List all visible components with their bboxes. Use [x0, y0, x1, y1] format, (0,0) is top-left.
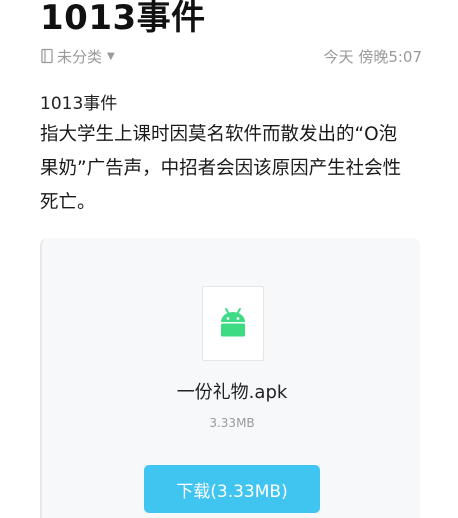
note-body: 指大学生上课时因莫名软件而散发出的“O泡 果奶”广告声，中招者会因该原因产生社会…: [40, 118, 425, 220]
body-line: 死亡。: [40, 192, 96, 213]
download-button[interactable]: 下载(3.33MB): [144, 465, 320, 513]
note-page: 1013事件 未分类 ▼ 今天 傍晚5:07 1013事件 指大学生上课时因莫名…: [0, 0, 458, 518]
android-icon: [218, 306, 248, 342]
note-timestamp: 今天 傍晚5:07: [323, 47, 422, 66]
bookmark-icon: [40, 48, 54, 64]
category-label: 未分类: [57, 47, 103, 66]
body-line: 指大学生上课时因莫名软件而散发出的“O泡: [40, 124, 398, 145]
file-thumbnail: [202, 286, 264, 361]
body-line: 果奶”广告声，中招者会因该原因产生社会性: [40, 158, 402, 179]
caret-down-icon: ▼: [107, 50, 115, 62]
file-name: 一份礼物.apk: [176, 382, 288, 403]
category-selector[interactable]: 未分类 ▼: [40, 46, 115, 67]
file-size: 3.33MB: [209, 416, 255, 430]
note-meta: 未分类 ▼ 今天 傍晚5:07: [40, 45, 422, 67]
attachment-card[interactable]: 一份礼物.apk 3.33MB 下载(3.33MB): [40, 238, 420, 518]
note-title: 1013事件: [40, 0, 206, 38]
note-subtitle: 1013事件: [40, 94, 118, 114]
